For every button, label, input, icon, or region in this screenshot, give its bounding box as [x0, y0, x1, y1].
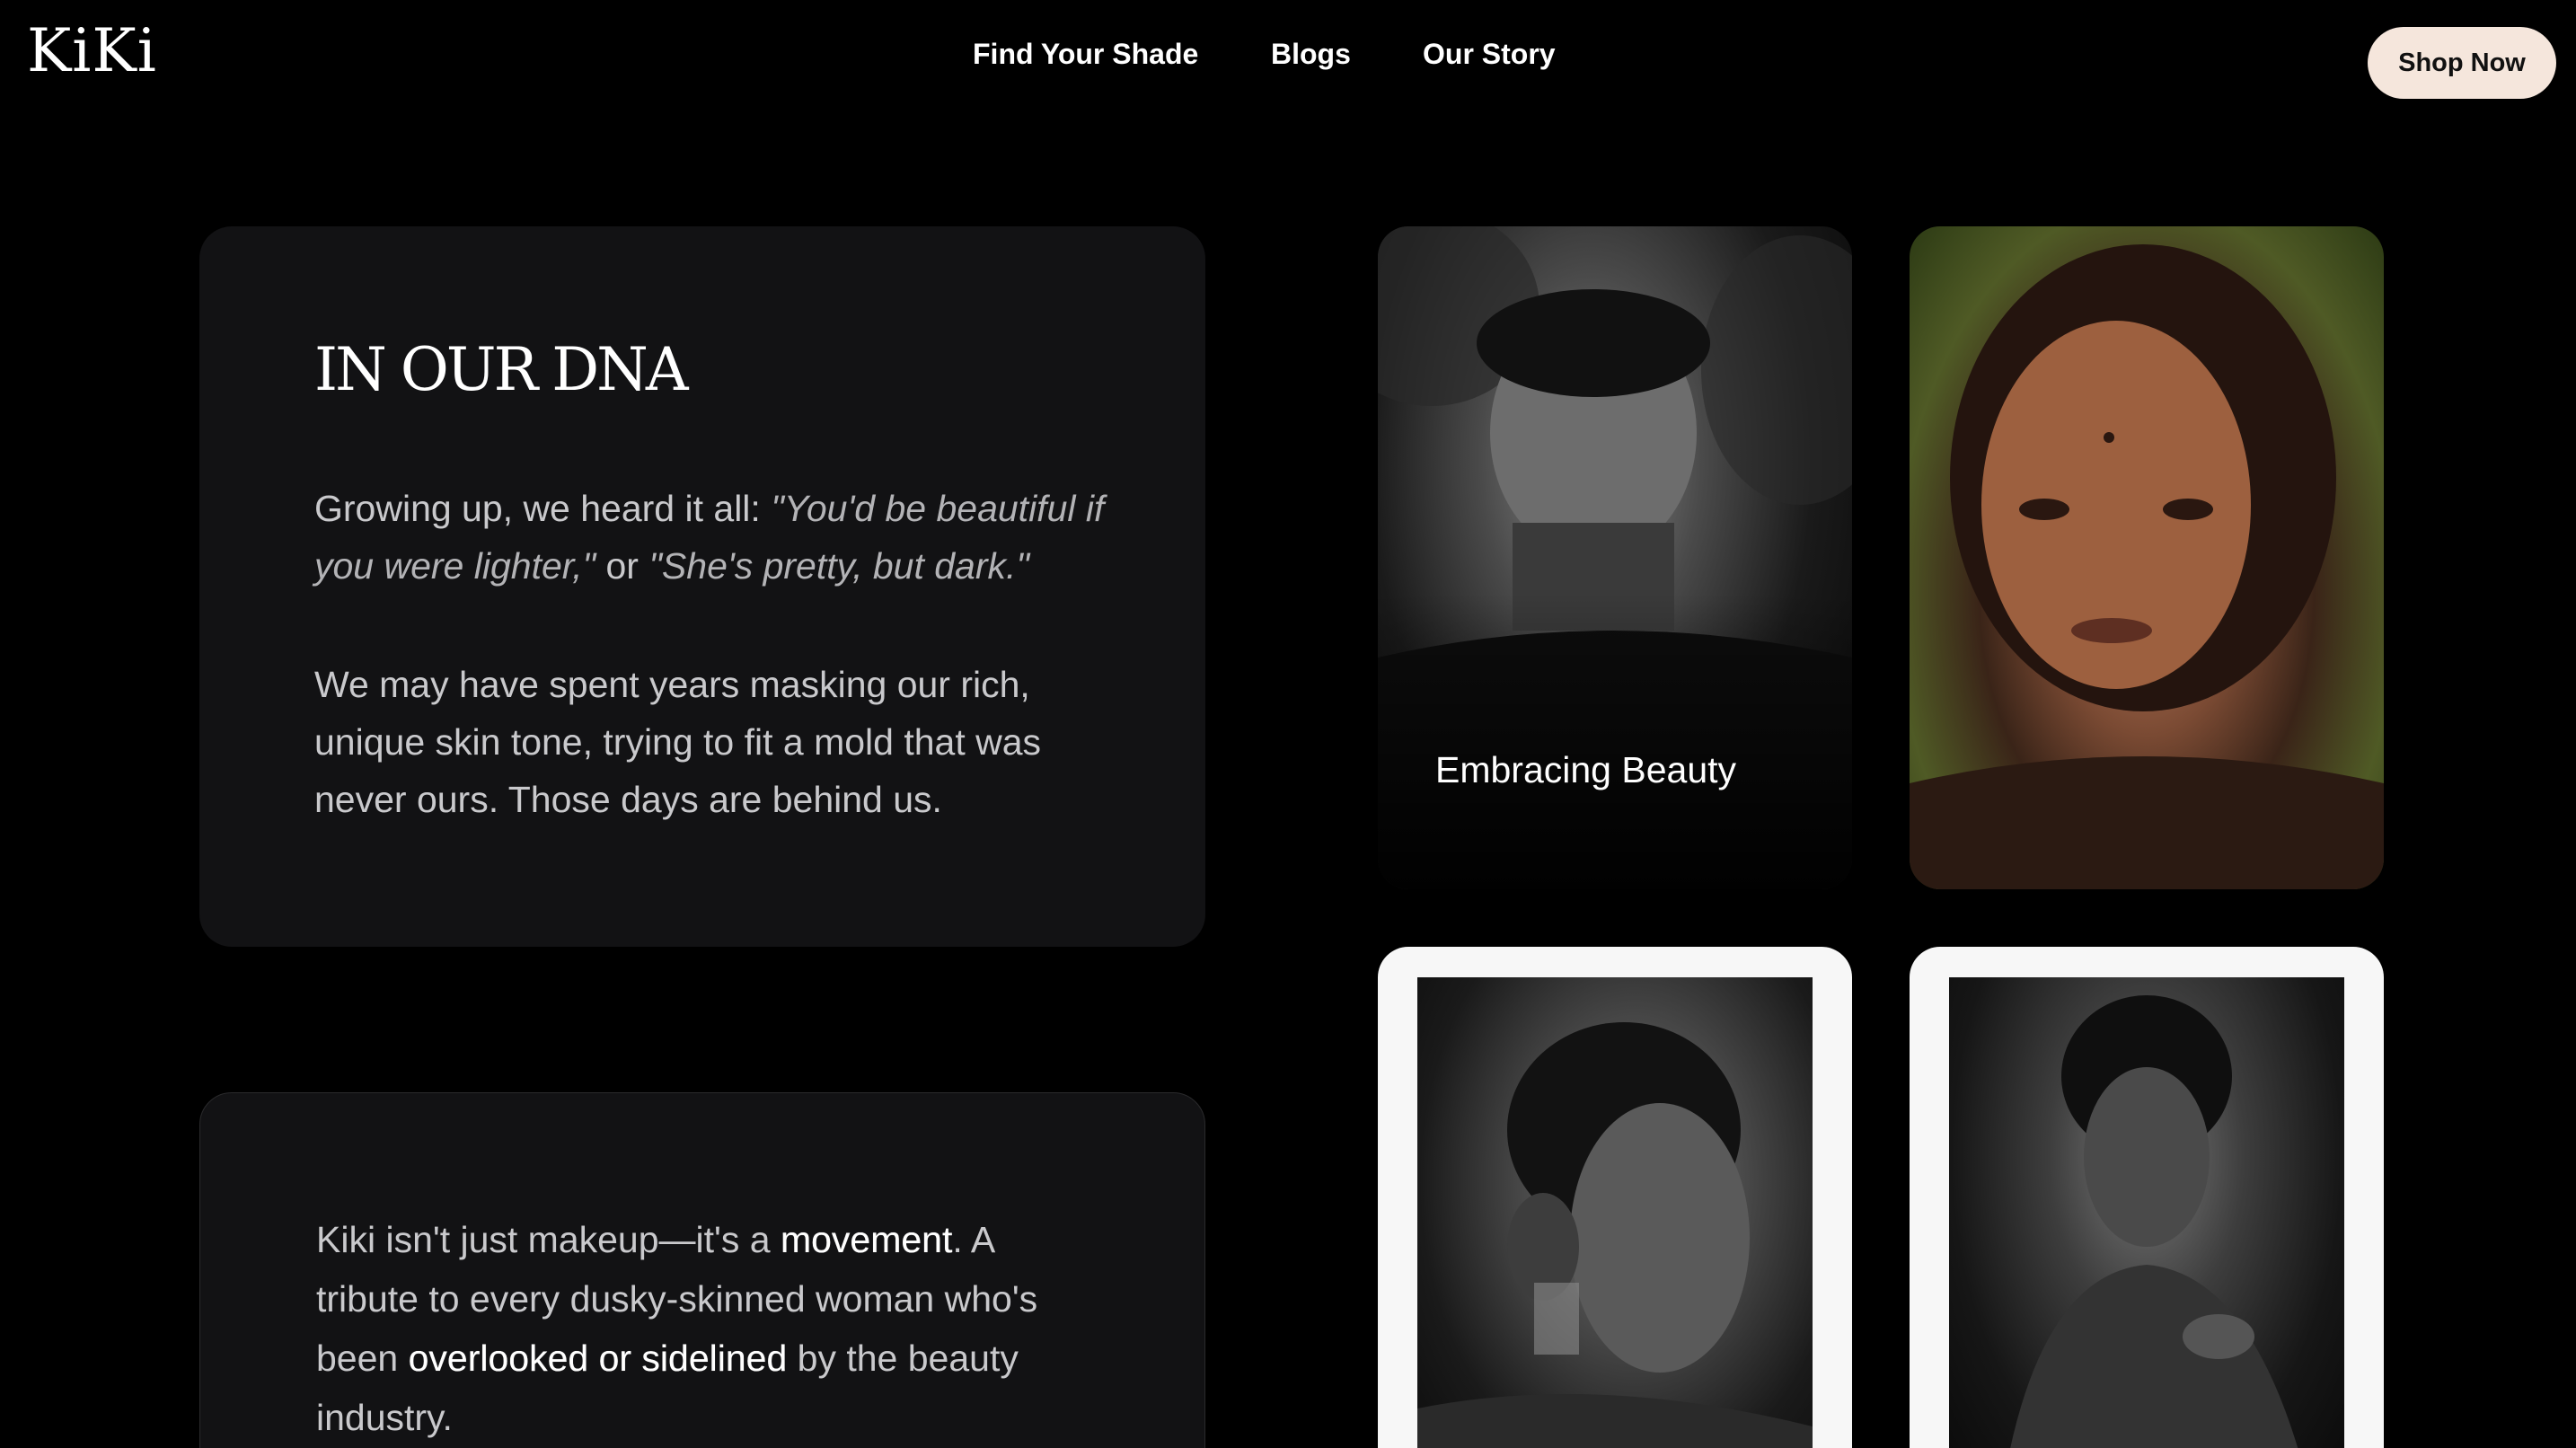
movement-card: Kiki isn't just makeup—it's a movement. … — [199, 1092, 1205, 1448]
profile-portrait-shape — [1417, 1022, 1813, 1448]
photo-caption: Embracing Beauty — [1435, 749, 1737, 790]
nav-blogs[interactable]: Blogs — [1271, 34, 1351, 74]
gallery-photo-2[interactable] — [1910, 226, 2384, 889]
nav-find-your-shade[interactable]: Find Your Shade — [973, 34, 1198, 74]
nav-our-story[interactable]: Our Story — [1423, 34, 1556, 74]
main-nav: Find Your Shade Blogs Our Story — [0, 34, 2576, 79]
dna-title: IN OUR DNA — [314, 335, 689, 404]
page: KiKi Find Your Shade Blogs Our Story Sho… — [0, 0, 2576, 1448]
movement-paragraph: Kiki isn't just makeup—it's a movement. … — [316, 1210, 1089, 1447]
movement-text-1: Kiki isn't just makeup—it's a — [316, 1219, 781, 1260]
gallery-photo-4[interactable] — [1910, 947, 2384, 1448]
dna-paragraph-2: We may have spent years masking our rich… — [314, 664, 1042, 820]
dna-paragraph-1: Growing up, we heard it all: "You'd be b… — [314, 480, 1105, 595]
dna-para1-or: or — [595, 545, 649, 587]
gallery-photo-3[interactable] — [1378, 947, 1852, 1448]
gallery-photo-1[interactable]: Embracing Beauty — [1378, 226, 1852, 889]
dna-card: IN OUR DNA Growing up, we heard it all: … — [199, 226, 1205, 947]
dna-quote-2: "She's pretty, but dark." — [648, 545, 1029, 587]
photo-fade-overlay — [1378, 593, 1852, 889]
dna-para1-lead: Growing up, we heard it all: — [314, 488, 772, 529]
movement-strong-2: overlooked or sidelined — [408, 1338, 788, 1379]
movement-strong-1: movement — [780, 1219, 953, 1260]
shop-now-button[interactable]: Shop Now — [2368, 27, 2556, 99]
shoulder-portrait-image — [1949, 977, 2344, 1448]
portrait-color-image — [1910, 244, 2384, 889]
shoulder-portrait-shape — [2010, 995, 2298, 1448]
profile-portrait-image — [1417, 977, 1813, 1448]
